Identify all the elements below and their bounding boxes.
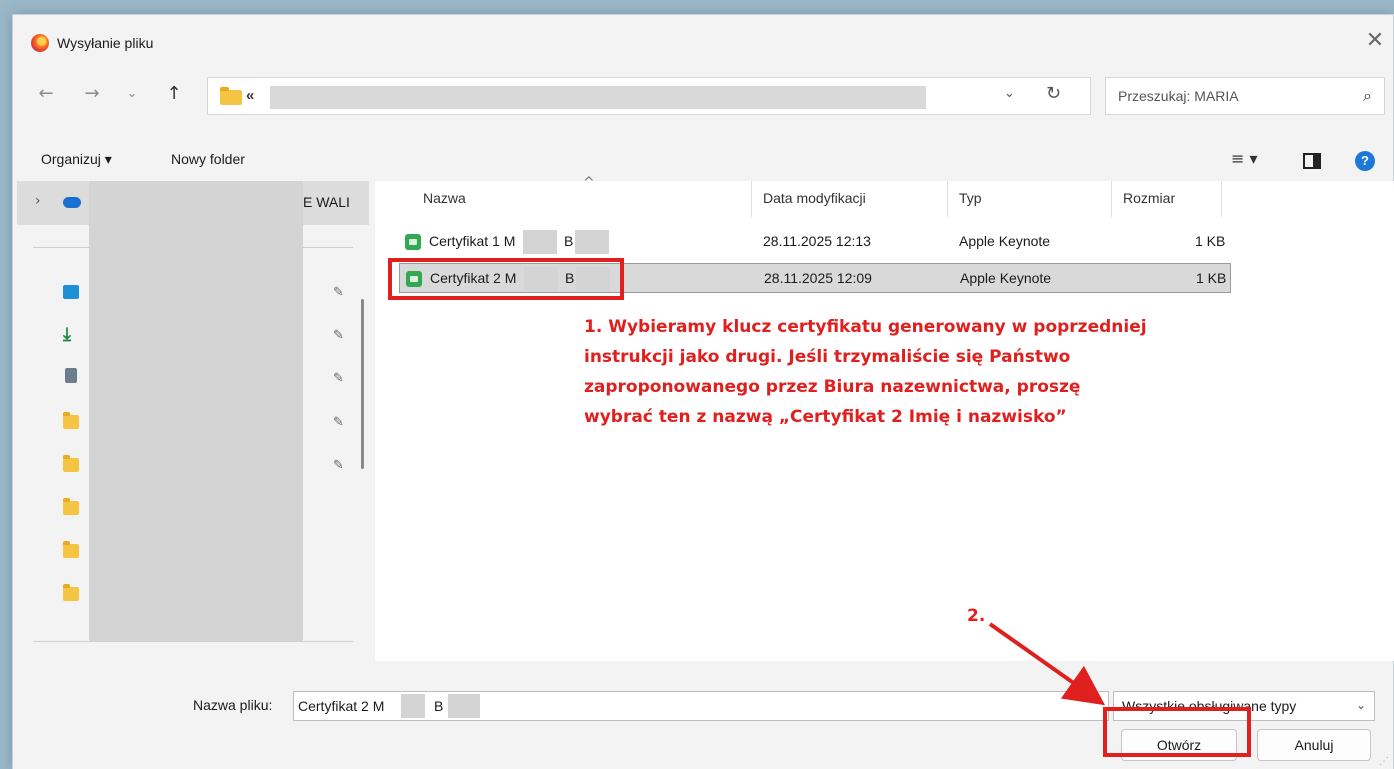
new-folder-button[interactable]: Nowy folder (171, 151, 245, 167)
instruction-line: zaproponowanego przez Biura nazewnictwa,… (584, 377, 1081, 397)
address-dropdown-icon[interactable]: ⌄ (1004, 86, 1015, 101)
back-icon[interactable]: ← (33, 81, 59, 107)
file-name: Certyfikat 1 M (429, 233, 516, 249)
instruction-line: wybrać ten z nazwą „Certyfikat 2 Imię i … (584, 407, 1067, 427)
instruction-line: instrukcji jako drugi. Jeśli trzymaliści… (584, 347, 1071, 367)
cloud-icon (63, 197, 81, 208)
instruction-step-1: 1. Wybieramy klucz certyfikatu generowan… (584, 312, 1244, 432)
title-bar: Wysyłanie pliku ✕ (13, 15, 1393, 61)
file-type: Apple Keynote (960, 270, 1052, 286)
folder-icon[interactable] (63, 498, 79, 515)
firefox-icon (31, 34, 49, 52)
close-icon[interactable]: ✕ (1365, 30, 1385, 52)
command-bar: Organizuj ▾ Nowy folder ≡ ▾ ? (13, 145, 1393, 179)
redacted-text (523, 230, 557, 254)
refresh-icon[interactable]: ↻ (1046, 83, 1061, 104)
highlight-open-button (1103, 707, 1251, 757)
column-header-name[interactable]: Nazwa (423, 181, 466, 217)
divider (33, 641, 353, 642)
organize-button[interactable]: Organizuj ▾ (41, 151, 112, 168)
navigation-bar: ← → ⌄ ↑ « ⌄ ↻ Przeszukaj: MARIA ⌕ (13, 71, 1393, 117)
file-name-suffix: B (564, 233, 574, 249)
pin-icon: ✎ (333, 415, 344, 430)
column-header-date[interactable]: Data modyfikacji (763, 181, 866, 217)
column-separator[interactable] (1221, 181, 1222, 217)
navigation-pane: › E WALI ⤓ ✎ ✎ ✎ ✎ ✎ (13, 181, 373, 661)
documents-icon[interactable] (65, 368, 77, 383)
instruction-step-2: 2. (967, 606, 986, 626)
folder-icon[interactable] (63, 455, 79, 472)
highlight-selected-file (388, 258, 624, 300)
sidebar-item-label: E WALI (303, 194, 350, 210)
file-size: 1 KB (1195, 233, 1226, 249)
pin-icon: ✎ (333, 458, 344, 473)
window-title: Wysyłanie pliku (57, 35, 154, 51)
file-date: 28.11.2025 12:09 (764, 270, 872, 286)
sort-ascending-icon: ^ (583, 175, 595, 191)
desktop-icon[interactable] (63, 285, 79, 299)
file-size: 1 KB (1196, 270, 1227, 286)
filename-value: Certyfikat 2 M (298, 698, 385, 714)
redacted-sidebar-labels (89, 181, 303, 641)
redacted-text (448, 694, 480, 718)
folder-icon (220, 87, 242, 105)
search-icon[interactable]: ⌕ (1363, 86, 1372, 106)
column-header-name-label: Nazwa (423, 190, 466, 206)
file-type: Apple Keynote (959, 233, 1051, 249)
column-header-type[interactable]: Typ (959, 181, 982, 217)
folder-icon[interactable] (63, 541, 79, 558)
address-bar[interactable]: « ⌄ ↻ (207, 77, 1091, 115)
sidebar-scrollbar[interactable] (361, 299, 364, 469)
folder-icon[interactable] (63, 584, 79, 601)
folder-icon[interactable] (63, 412, 79, 429)
column-separator[interactable] (1111, 181, 1112, 217)
file-row[interactable]: Certyfikat 1 M B 28.11.2025 12:13 Apple … (399, 227, 1231, 257)
download-icon[interactable]: ⤓ (63, 326, 79, 344)
preview-pane-icon[interactable] (1303, 153, 1321, 169)
view-options-icon[interactable]: ≡ ▾ (1231, 149, 1258, 168)
pin-icon: ✎ (333, 328, 344, 343)
search-input[interactable]: Przeszukaj: MARIA ⌕ (1105, 77, 1385, 115)
column-separator[interactable] (751, 181, 752, 217)
column-separator[interactable] (947, 181, 948, 217)
pin-icon: ✎ (333, 371, 344, 386)
instruction-line: 1. Wybieramy klucz certyfikatu generowan… (584, 317, 1147, 337)
chevron-down-icon: ⌄ (1355, 698, 1366, 712)
filename-field[interactable]: Certyfikat 2 M B (293, 691, 1109, 721)
redacted-text (575, 230, 609, 254)
column-header-size[interactable]: Rozmiar (1123, 181, 1175, 217)
file-date: 28.11.2025 12:13 (763, 233, 871, 249)
resize-grip-icon[interactable]: ⋰ (1379, 756, 1389, 767)
search-placeholder: Przeszukaj: MARIA (1118, 88, 1239, 104)
expand-chevron-icon[interactable]: › (35, 193, 41, 209)
filename-suffix: B (434, 698, 444, 714)
redacted-text (401, 694, 425, 718)
pin-icon: ✎ (333, 285, 344, 300)
breadcrumb-overflow[interactable]: « (246, 87, 254, 104)
forward-icon[interactable]: → (79, 81, 105, 107)
redacted-path (270, 86, 926, 109)
cancel-button[interactable]: Anuluj (1257, 729, 1371, 761)
help-icon[interactable]: ? (1355, 151, 1375, 171)
recent-locations-chevron-icon[interactable]: ⌄ (119, 81, 145, 107)
filename-label: Nazwa pliku: (193, 697, 273, 713)
keynote-file-icon (405, 234, 421, 250)
up-icon[interactable]: ↑ (161, 81, 187, 107)
